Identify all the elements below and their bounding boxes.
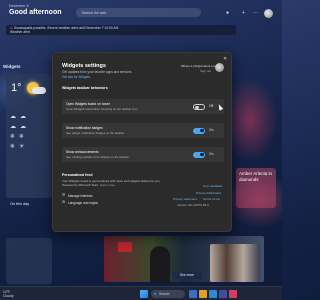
close-icon[interactable]: ✕ [223,56,227,62]
toggle-state: On [209,128,214,132]
interests-icon: ☰ [62,193,66,197]
weather-temperature: 1° [11,82,22,94]
terms-of-use-link[interactable]: Terms of use [203,197,220,201]
manage-interests-link[interactable]: Manage interests [68,194,92,198]
file-explorer-icon[interactable] [199,290,207,298]
more-icon[interactable]: ⋯ [253,10,258,16]
badges-toggle[interactable] [193,127,205,134]
feed-card-right[interactable]: Amber Arlecta in diamonds [236,168,276,208]
account-email: Mihav+1+91@outlook.com [181,64,217,68]
setting-desc: See rotating updates from widgets on the… [66,154,129,159]
alert-subtext: Weather alert [10,30,30,34]
dialog-subtitle: Get updates from your favorite apps and … [62,70,132,74]
see-more-button[interactable]: See more [172,272,202,279]
on-this-day-label: On this day [10,202,30,206]
setting-desc: Open Widgets board when hovering on the … [66,106,138,111]
toggle-state: On [209,152,214,156]
profile-avatar[interactable] [264,9,273,18]
widgets-settings-dialog: ✕ Widgets settings Get updates from your… [52,52,232,232]
setting-row-badges[interactable]: Show notification badges See widget noti… [62,123,224,138]
personalized-feed-desc: Your Widgets board is personalized with … [62,179,161,187]
forecast-icons: ☁☁ ☁☁ ❄❄ ❄☀ [10,114,30,150]
cloud-icon [32,87,46,94]
web-search-input[interactable]: Search the web [76,8,201,17]
taskbar-condition: Cloudy [3,294,14,298]
setting-title: Open Widgets board on hover [66,101,110,106]
group-photo[interactable] [210,244,260,282]
edge-icon[interactable] [209,290,217,298]
greeting-text: Good afternoon [9,9,62,16]
dialog-title: Widgets settings [62,63,106,69]
task-view-icon[interactable] [189,290,197,298]
weather-widget[interactable]: 1° ☁☁ ☁☁ ❄❄ ❄☀ [6,74,52,198]
learn-more-link[interactable]: Learn more [100,183,115,187]
notification-icon[interactable]: ● [226,10,229,16]
feed-card-small[interactable] [6,238,52,284]
hover-toggle[interactable] [193,103,205,110]
widgets-section-label: Widgets [3,64,21,69]
setting-title: Show notification badges [66,125,103,130]
sign-out-link[interactable]: Sign out [200,69,211,73]
personalized-feed-heading: Personalized feed [62,173,93,177]
taskbar-behaviors-heading: Widgets taskbar behaviors [62,86,108,90]
toggle-state: Off [209,104,214,108]
store-icon[interactable] [219,290,227,298]
account-avatar [215,63,224,72]
privacy-statement-link[interactable]: Privacy statement [173,197,197,201]
setting-title: Show announcements [66,149,99,154]
flag-image [118,242,132,252]
person-figure [150,246,170,282]
language-region-link[interactable]: Language and region [68,201,98,205]
search-icon: ⌕ [154,291,157,296]
taskbar: 24°F Cloudy Search ⌕ [0,286,282,300]
tips-link[interactable]: Get tips for Widgets [62,75,90,79]
start-icon[interactable] [140,290,148,298]
app-icon[interactable] [229,290,237,298]
setting-row-hover[interactable]: Open Widgets board on hover Open Widgets… [62,99,224,114]
add-widget-icon[interactable]: + [242,10,245,16]
setting-desc: See widget notification badges on the ta… [66,130,125,135]
widgets-header: December 8 Good afternoon Search the web… [6,2,276,24]
version-text: Version 421.20070.55.0 [177,203,209,207]
announcements-toggle[interactable] [193,151,205,158]
give-feedback-link[interactable]: Give feedback [203,184,222,188]
language-icon: ⚙ [62,200,66,204]
setting-row-announcements[interactable]: Show announcements See rotating updates … [62,147,224,162]
header-date: December 8 [9,4,29,8]
privacy-dashboard-link[interactable]: Privacy dashboard [196,191,221,195]
weather-alert-banner[interactable]: ⚠ Snowsqualls possible, Severe weather a… [6,25,236,35]
taskbar-weather[interactable]: 24°F Cloudy [3,290,14,298]
